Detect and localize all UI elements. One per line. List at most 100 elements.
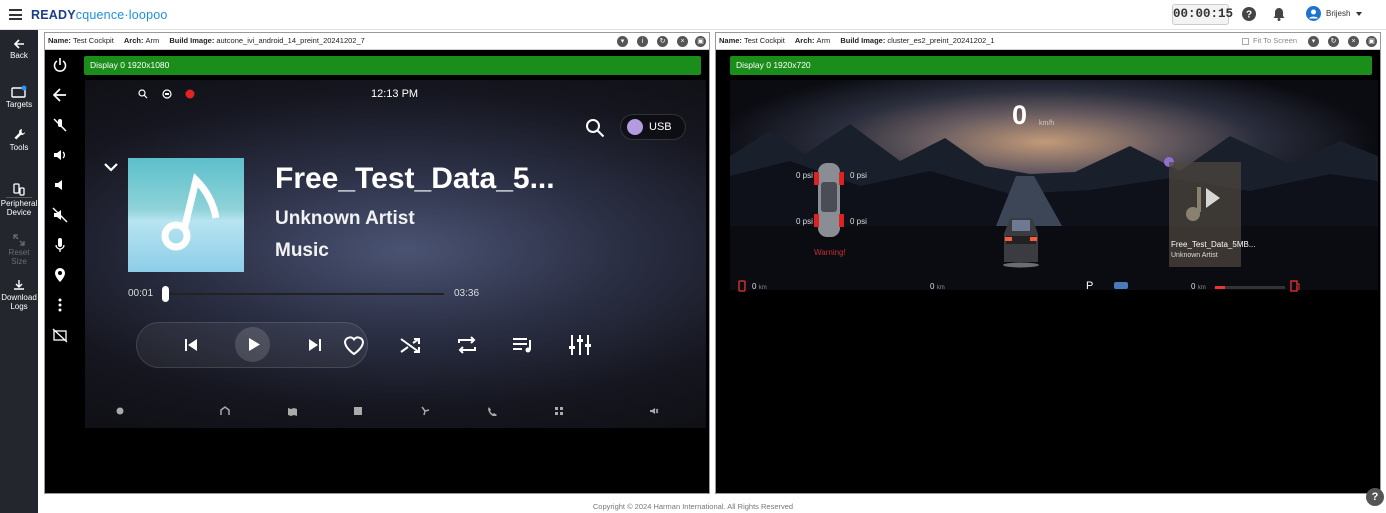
car-rear-image (1003, 218, 1039, 268)
media-icon[interactable] (353, 406, 363, 416)
tire-pressure-rl: 0 psi (796, 217, 813, 226)
fuel-pump-icon (1290, 280, 1300, 292)
target-arch: Arm (145, 36, 160, 45)
wrench-icon (14, 129, 25, 140)
elapsed-time: 00:01 (128, 288, 154, 299)
home-icon[interactable] (220, 406, 230, 416)
odometer: 0 km (930, 282, 945, 291)
media-artist: Unknown Artist (1171, 252, 1218, 259)
sidebar-item-peripheral-device[interactable]: Peripheral Device (0, 183, 38, 217)
volume-down-icon[interactable] (52, 177, 68, 193)
refresh-icon[interactable]: ↻ (657, 36, 668, 47)
target-name: Test Cockpit (72, 36, 114, 45)
album-art (128, 158, 244, 272)
collapse-chevron-icon[interactable] (103, 162, 119, 174)
favorite-heart-icon[interactable] (341, 332, 367, 358)
fit-to-screen-checkbox[interactable]: Fit To Screen (1242, 33, 1297, 49)
close-icon[interactable]: × (1348, 36, 1359, 47)
menu-icon[interactable] (9, 9, 22, 20)
help-icon[interactable]: ? (1241, 6, 1257, 22)
seek-bar[interactable] (165, 293, 444, 295)
usb-source-button[interactable]: USB (620, 114, 686, 140)
track-title: Free_Test_Data_5... (275, 162, 555, 195)
volume-up-icon[interactable] (52, 147, 68, 163)
bottom-nav-icon[interactable] (115, 406, 125, 416)
sidebar-item-tools[interactable]: Tools (0, 128, 38, 152)
tire-pressure-fl: 0 psi (796, 171, 813, 180)
download-icon (14, 280, 24, 290)
search-icon[interactable] (585, 118, 605, 138)
media-title: Free_Test_Data_5MB... (1171, 240, 1256, 249)
sidebar-item-targets[interactable]: Targets (0, 85, 38, 109)
build-image: cluster_es2_preint_20241202_1 (887, 36, 995, 45)
tire-pressure-rr: 0 psi (850, 217, 867, 226)
play-button[interactable] (235, 327, 270, 362)
app-logo[interactable]: READYcquence·loopoo (31, 8, 168, 22)
phone-icon[interactable] (487, 406, 497, 416)
display-label-bar: Display 0 1920x1080 (84, 56, 701, 75)
copyright-footer: Copyright © 2024 Harman International. A… (592, 502, 794, 511)
refresh-icon[interactable]: ↻ (1328, 36, 1339, 47)
ivi-side-controls (45, 52, 76, 343)
track-artist: Unknown Artist (275, 208, 415, 229)
help-button[interactable]: ? (1366, 488, 1384, 506)
duration-time: 03:36 (454, 288, 480, 299)
peripheral-icon (13, 183, 25, 196)
seek-handle[interactable] (162, 286, 169, 302)
track-album: Music (275, 240, 329, 261)
mic-off-icon[interactable] (52, 117, 68, 133)
previous-track-icon[interactable] (178, 332, 204, 358)
speaker-icon[interactable] (649, 406, 659, 416)
chevron-down-icon[interactable]: ▾ (1308, 36, 1319, 47)
chevron-down-icon (1356, 11, 1363, 16)
tire-pressure-fr: 0 psi (850, 171, 867, 180)
fuel-gauge-icon (738, 280, 746, 292)
playlist-icon[interactable] (510, 332, 536, 358)
fan-icon[interactable] (420, 406, 430, 416)
ivi-screen[interactable]: 12:13 PM USB Free_Test_Data_5... Unknown… (85, 80, 706, 428)
play-icon (249, 338, 260, 351)
status-icon (162, 89, 172, 99)
speed-unit: km/h (1039, 120, 1055, 127)
top-bar: READYcquence·loopoo 00:00:15 ? Brijesh (0, 0, 1386, 30)
close-icon[interactable]: × (677, 36, 688, 47)
session-timer: 00:00:15 (1172, 4, 1233, 25)
screenshot-icon[interactable]: ▣ (695, 36, 706, 47)
sidebar-item-download-logs[interactable]: Download Logs (0, 279, 38, 311)
info-icon[interactable]: i (637, 36, 648, 47)
power-icon[interactable] (52, 57, 68, 73)
mute-icon[interactable] (52, 207, 68, 223)
apps-grid-icon[interactable] (554, 406, 564, 416)
back-arrow-icon[interactable] (52, 87, 68, 103)
microphone-icon[interactable] (52, 237, 68, 253)
battery-bar (1215, 286, 1285, 289)
next-track-icon[interactable] (302, 332, 328, 358)
speed-value: 0 (1012, 100, 1028, 130)
more-vertical-icon[interactable] (52, 297, 68, 313)
equalizer-icon[interactable] (567, 332, 593, 358)
chevron-down-icon[interactable]: ▾ (617, 36, 628, 47)
car-mode-icon (1114, 282, 1128, 289)
screenshot-icon[interactable]: ▣ (1366, 36, 1377, 47)
usb-icon (627, 119, 643, 135)
user-name: Brijesh (1326, 9, 1351, 18)
repeat-icon[interactable] (454, 332, 480, 358)
music-note-icon (161, 173, 220, 251)
record-icon (185, 89, 195, 99)
map-icon[interactable] (287, 406, 297, 416)
cluster-screen[interactable]: 0 km/h 0 psi 0 psi 0 psi 0 psi Warning! … (730, 80, 1378, 320)
avatar-icon (1306, 6, 1321, 21)
panel-header: Name: Test Cockpit Arch: Arm Build Image: a… (45, 33, 709, 50)
sidebar-item-reset-size[interactable]: Reset Size (0, 234, 38, 266)
targets-icon (11, 85, 27, 98)
location-pin-icon[interactable] (52, 267, 68, 283)
range-right: 0 km (1191, 282, 1206, 291)
svg-text:?: ? (1246, 10, 1252, 21)
screen-off-icon[interactable] (52, 327, 68, 343)
sidebar-item-back[interactable]: Back (0, 39, 38, 60)
build-image: autcone_ivi_android_14_preint_20241202_7 (216, 36, 365, 45)
target-arch: Arm (816, 36, 831, 45)
user-menu[interactable]: Brijesh (1306, 6, 1363, 21)
bell-icon[interactable] (1271, 6, 1287, 22)
shuffle-icon[interactable] (398, 332, 424, 358)
